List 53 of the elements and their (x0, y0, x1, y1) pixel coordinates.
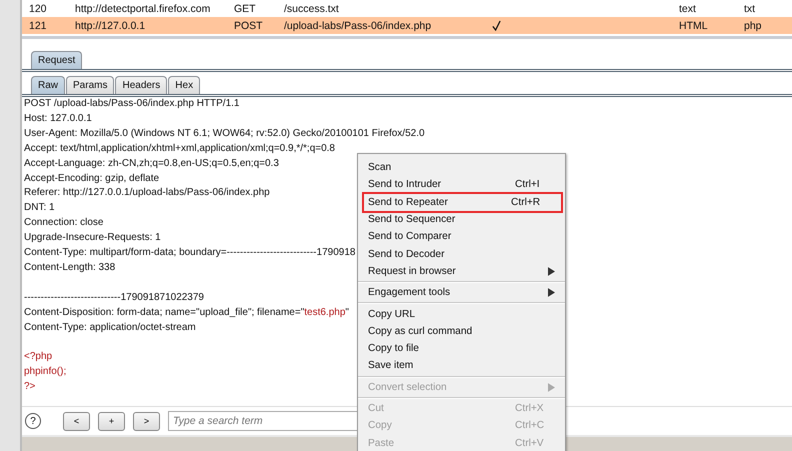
request-line: ?> (24, 381, 36, 392)
menu-item[interactable]: Scan (358, 159, 565, 176)
previous-button[interactable]: < (63, 412, 90, 430)
request-tab[interactable]: Request (31, 51, 82, 69)
menu-item[interactable]: Copy as curl command (358, 322, 565, 340)
request-line: Accept-Language: zh-CN,zh;q=0.8,en-US;q=0.5,en;q=0.3 (24, 158, 279, 169)
mime-cell-text: text (679, 2, 697, 14)
request-line: Content-Disposition: form-data; name="upload_file"; filename="test6.php" (24, 306, 349, 318)
request-line: Accept-Encoding: gzip, deflate (24, 172, 160, 184)
view-tab[interactable]: Headers (115, 76, 168, 94)
menu-item[interactable]: Send to Sequencer (358, 210, 565, 228)
host-cell-text: http://127.0.0.1 (75, 20, 146, 32)
menu-item[interactable]: Send to Comparer (358, 228, 565, 246)
request-line: Content-Type: multipart/form-data; boundary=---------------------------1790918 (24, 247, 356, 258)
request-line: <?php (24, 351, 52, 362)
view-tab[interactable]: Params (66, 76, 114, 94)
request-line: POST /upload-labs/Pass-06/index.php HTTP/1.1 (24, 98, 240, 109)
help-button[interactable]: ? (25, 413, 41, 429)
request-line: Accept: text/html,application/xhtml+xml,application/xml;q=0.9,*/*;q=0.8 (24, 142, 335, 154)
request-line: phpinfo(); (24, 366, 66, 378)
menu-item[interactable]: Send to Intruder Ctrl+I (358, 176, 565, 194)
menu-item[interactable]: Engagement tools (358, 284, 565, 302)
mime-cell-text: HTML (679, 20, 709, 32)
request-line: DNT: 1 (24, 202, 55, 214)
menu-item[interactable]: Save item (358, 357, 565, 375)
method-cell-text: POST (234, 20, 264, 32)
request-line: Content-Type: application/octet-stream (24, 322, 196, 333)
host-cell-text: http://detectportal.firefox.com (75, 2, 212, 14)
next-button[interactable]: > (133, 412, 160, 430)
request-line: Referer: http://127.0.0.1/upload-labs/Pass-06/index.php (24, 187, 270, 198)
add-button[interactable]: + (98, 412, 125, 430)
method-cell-text: GET (234, 2, 257, 14)
request-line: Host: 127.0.0.1 (24, 112, 92, 124)
extension-cell-text: txt (744, 2, 756, 14)
request-line: -----------------------------179091871022379 (24, 292, 204, 303)
request-line: Upgrade-Insecure-Requests: 1 (24, 232, 161, 244)
menu-item[interactable]: Send to Repeater Ctrl+R (364, 194, 561, 211)
menu-item[interactable]: Copy to file (358, 340, 565, 358)
request-line: Content-Length: 338 (24, 262, 116, 273)
row-number: 120 (28, 2, 48, 14)
view-tab[interactable]: Raw (31, 76, 66, 94)
menu-item[interactable]: Request in browser (358, 262, 565, 280)
url-cell-text: /upload-labs/Pass-06/index.php (284, 20, 432, 32)
history-row[interactable]: 120 http://detectportal.firefox.com GET /success.txt text txt (22, 0, 792, 17)
row-number: 121 (28, 20, 48, 32)
url-cell-text: /success.txt (284, 2, 340, 14)
extension-cell-text: php (744, 20, 763, 32)
request-line: User-Agent: Mozilla/5.0 (Windows NT 6.1; WOW64; rv:52.0) Gecko/20100101 Firefox/52.0 (24, 128, 425, 139)
menu-item[interactable]: Send to Decoder (358, 245, 565, 263)
menu-item[interactable]: Copy URL (358, 305, 565, 323)
request-line: Connection: close (24, 217, 104, 228)
history-row[interactable]: 121 http://127.0.0.1 POST /upload-labs/Pass-06/index.php HTML php (22, 17, 792, 34)
view-tab[interactable]: Hex (168, 76, 200, 94)
